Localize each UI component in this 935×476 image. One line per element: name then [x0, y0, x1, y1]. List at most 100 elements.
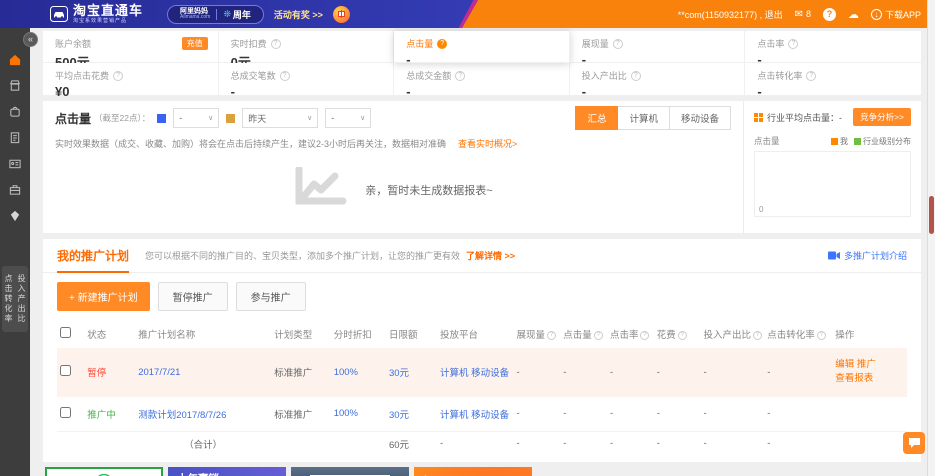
mail-icon: ✉ — [795, 9, 803, 20]
chevron-down-icon: ∨ — [208, 114, 213, 122]
pause-promotion-button[interactable]: 暂停推广 — [158, 282, 228, 311]
sidebar-item-products[interactable] — [0, 98, 30, 124]
plans-table: 状态 推广计划名称 计划类型 分时折扣 日限额 投放平台 展现量? 点击量? 点… — [57, 320, 907, 456]
stat-impressions[interactable]: 展现量? - — [570, 31, 746, 63]
chat-button[interactable] — [903, 432, 925, 454]
recharge-button[interactable]: 充值 — [182, 37, 208, 50]
ctr-value: - — [607, 348, 654, 397]
stat-avg-click-cost[interactable]: 平均点击花费? ¥0 — [43, 63, 219, 95]
stat-total-revenue[interactable]: 总成交金额? - — [394, 63, 570, 95]
info-icon[interactable]: ? — [631, 71, 641, 81]
stat-label: 总成交笔数 — [231, 69, 276, 82]
sidebar-item-reports[interactable] — [0, 124, 30, 150]
metric-roi-vertical: 投入产出比 — [16, 274, 27, 324]
learn-more-link[interactable]: 了解详情 >> — [466, 249, 515, 262]
sidebar-item-tools[interactable] — [0, 176, 30, 202]
info-icon[interactable]: ? — [455, 71, 465, 81]
floating-metrics-widget[interactable]: 点击转化率 投入产出比 — [2, 266, 28, 332]
cloud-icon[interactable]: ☁ — [848, 8, 859, 21]
compare-select[interactable]: -∨ — [325, 108, 371, 128]
banner-learning[interactable]: 直通车学习 知识点大集合 — [291, 467, 409, 476]
col-clicks: 点击量? — [560, 320, 607, 348]
info-icon[interactable]: ? — [817, 331, 826, 340]
platform-link[interactable]: 计算机 移动设备 — [437, 397, 514, 432]
help-icon[interactable]: ? — [437, 39, 447, 49]
select-all-checkbox[interactable] — [60, 327, 71, 338]
stat-value: - — [406, 52, 557, 67]
help-icon[interactable]: ? — [823, 8, 836, 21]
info-icon[interactable]: ? — [806, 71, 816, 81]
total-daily-limit: 60元 — [386, 431, 437, 456]
col-ctr: 点击率? — [607, 320, 654, 348]
download-app-link[interactable]: ↓ 下载APP — [871, 8, 921, 21]
mail-indicator[interactable]: ✉ 8 — [795, 9, 811, 20]
row-checkbox[interactable] — [60, 407, 71, 418]
discount-link[interactable]: 100% — [331, 348, 386, 397]
sidebar-item-home[interactable] — [0, 46, 30, 72]
table-row: 推广中 测款计划2017/8/7/26 标准推广 100% 30元 计算机 移动… — [57, 397, 907, 432]
clicks-chart-panel: 点击量 （截至22点）： -∨ 昨天∨ -∨ 汇总 计算机 移动设备 实时效果数… — [43, 101, 921, 233]
metric-select[interactable]: -∨ — [173, 108, 219, 128]
user-account-link[interactable]: **com(1150932177) , 退出 — [678, 8, 783, 21]
promo-link[interactable]: 活动有奖 >> — [274, 8, 323, 21]
scrollbar-thumb[interactable] — [929, 196, 934, 234]
info-icon[interactable]: ? — [640, 331, 649, 340]
info-icon[interactable]: ? — [271, 39, 281, 49]
stat-roi[interactable]: 投入产出比? - — [570, 63, 746, 95]
scrollbar[interactable] — [927, 0, 935, 476]
gift-badge-icon[interactable] — [333, 6, 350, 23]
stat-label: 账户余额 — [55, 37, 91, 50]
info-icon[interactable]: ? — [613, 39, 623, 49]
stat-total-orders[interactable]: 总成交笔数? - — [219, 63, 395, 95]
stat-clicks[interactable]: 点击量? - — [394, 31, 570, 63]
collapse-sidebar-button[interactable]: « — [23, 32, 38, 47]
info-icon[interactable]: ? — [753, 331, 762, 340]
info-icon[interactable]: ? — [113, 71, 123, 81]
app-logo[interactable]: 淘宝直通车 淘宝系效果营销产品 — [50, 4, 143, 24]
competition-analysis-button[interactable]: 竞争分析>> — [853, 108, 911, 126]
sidebar-item-shop[interactable] — [0, 72, 30, 98]
table-row: 暂停 2017/7/21 标准推广 100% 30元 计算机 移动设备 - - … — [57, 348, 907, 397]
tab-summary[interactable]: 汇总 — [575, 106, 618, 130]
discount-link[interactable]: 100% — [331, 397, 386, 432]
anniversary-text: 周年 — [233, 8, 251, 21]
tab-my-plans[interactable]: 我的推广计划 — [57, 239, 129, 273]
info-icon[interactable]: ? — [547, 331, 556, 340]
daily-limit-link[interactable]: 30元 — [386, 348, 437, 397]
row-actions — [832, 397, 907, 432]
realtime-overview-link[interactable]: 查看实时概况> — [458, 139, 517, 149]
daily-limit-link[interactable]: 30元 — [386, 397, 437, 432]
date-select[interactable]: 昨天∨ — [242, 108, 318, 128]
divider — [216, 9, 217, 20]
total-cost: - — [654, 431, 701, 456]
stat-realtime-cost[interactable]: 实时扣费? 0元 — [219, 31, 395, 63]
new-plan-button[interactable]: + 新建推广计划 — [57, 282, 150, 311]
stat-ctr[interactable]: 点击率? - — [745, 31, 921, 63]
platform-link[interactable]: 计算机 移动设备 — [437, 348, 514, 397]
chart-title: 点击量 — [55, 110, 91, 127]
view-report-link[interactable]: 查看报表 — [835, 372, 904, 386]
banner-anniversary[interactable]: 十年赢销 从新出发 阿里妈妈｜10周年 — [168, 467, 286, 476]
anniversary-banner[interactable]: 阿里妈妈 Alimama.com ❊ 周年 — [167, 5, 264, 24]
banner-wireless-promotion[interactable]: 无线直通车推广 引爆店铺销量 — [45, 467, 163, 476]
plan-name-link[interactable]: 2017/7/21 — [135, 348, 271, 397]
plan-name-link[interactable]: 测款计划2017/8/7/26 — [135, 397, 271, 432]
row-checkbox[interactable] — [60, 365, 71, 376]
left-sidebar: 点击转化率 投入产出比 — [0, 28, 30, 476]
stat-cvr[interactable]: 点击转化率? - — [745, 63, 921, 95]
main-content: 账户余额 500元 充值 实时扣费? 0元 点击量? - 展现量? - 点击率?… — [30, 28, 927, 476]
info-icon[interactable]: ? — [280, 71, 290, 81]
sidebar-item-premium[interactable] — [0, 202, 30, 228]
chart-empty-state: 亲，暂时未生成数据报表~ — [43, 154, 743, 226]
edit-promote-link[interactable]: 编辑 推广 — [835, 358, 904, 372]
sidebar-item-account[interactable] — [0, 150, 30, 176]
info-icon[interactable]: ? — [594, 331, 603, 340]
stat-balance[interactable]: 账户余额 500元 充值 — [43, 31, 219, 63]
join-promotion-button[interactable]: 参与推广 — [236, 282, 306, 311]
info-icon[interactable]: ? — [788, 39, 798, 49]
tab-mobile[interactable]: 移动设备 — [669, 106, 731, 130]
multi-plan-intro-link[interactable]: 多推广计划介绍 — [828, 249, 907, 262]
info-icon[interactable]: ? — [678, 331, 687, 340]
tab-computer[interactable]: 计算机 — [617, 106, 670, 130]
banner-august-handbook[interactable]: 8月直钻营销 必备手册 — [414, 467, 532, 476]
